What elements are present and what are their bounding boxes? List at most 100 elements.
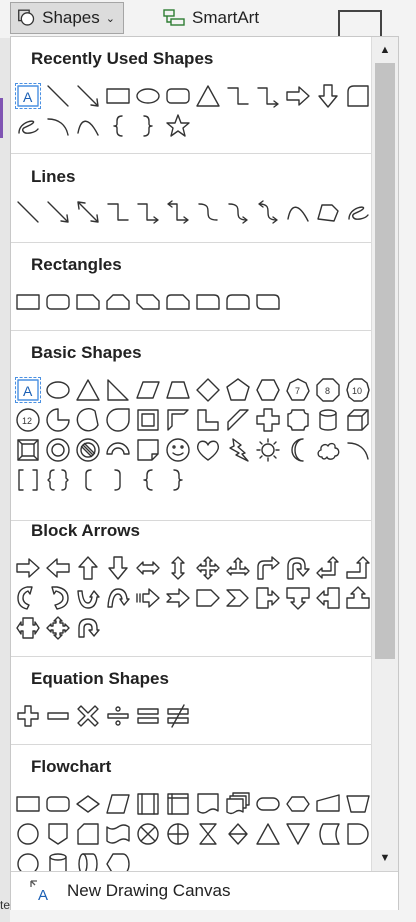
snip-diagonal-icon[interactable] [133,287,163,317]
double-bracket-icon[interactable] [13,465,43,495]
octagon-icon[interactable]: 8 [313,375,343,405]
rounded-rectangle-icon[interactable] [163,81,193,111]
can-icon[interactable] [313,405,343,435]
process-icon[interactable] [13,789,43,819]
heptagon-icon[interactable]: 7 [283,375,313,405]
line-icon[interactable] [43,81,73,111]
bent-up-arrow-icon[interactable] [343,553,371,583]
teardrop-icon[interactable] [103,405,133,435]
down-arrow-icon[interactable] [313,81,343,111]
plus-icon[interactable] [13,701,43,731]
delay-icon[interactable] [343,819,371,849]
double-arrow-line-icon[interactable] [73,197,103,227]
right-brace-icon[interactable] [163,465,193,495]
pie-icon[interactable] [43,405,73,435]
right-triangle-icon[interactable] [103,375,133,405]
manual-operation-icon[interactable] [343,789,371,819]
hexagon-icon[interactable] [253,375,283,405]
elbow-double-arrow-icon[interactable] [163,197,193,227]
line-icon[interactable] [13,197,43,227]
scroll-down-arrow-icon[interactable]: ▼ [374,847,396,869]
u-turn-arrow-icon[interactable] [283,553,313,583]
minus-icon[interactable] [43,701,73,731]
shapes-dropdown-button[interactable]: Shapes ⌄ [10,2,124,34]
punched-tape-icon[interactable] [103,819,133,849]
bent-arrow-icon[interactable] [253,553,283,583]
triangle-icon[interactable] [193,81,223,111]
left-right-arrow-callout-icon[interactable] [13,613,43,643]
right-arrow-callout-icon[interactable] [253,583,283,613]
round-diagonal-icon[interactable] [253,287,283,317]
up-arrow-icon[interactable] [73,553,103,583]
chord-icon[interactable] [73,405,103,435]
snip-corner-icon[interactable] [343,81,371,111]
cloud-icon[interactable] [313,435,343,465]
quad-arrow-icon[interactable] [193,553,223,583]
elbow-connector-icon[interactable] [223,81,253,111]
diamond-icon[interactable] [193,375,223,405]
dodecagon-icon[interactable]: 12 [13,405,43,435]
new-drawing-canvas-item[interactable]: A New Drawing Canvas [11,871,398,910]
up-arrow-callout-icon[interactable] [343,583,371,613]
double-brace-icon[interactable] [43,465,73,495]
down-arrow-icon[interactable] [103,553,133,583]
curved-arrow-icon[interactable] [223,197,253,227]
plaque-icon[interactable] [283,405,313,435]
trapezoid-icon[interactable] [163,375,193,405]
chevron-icon[interactable] [223,583,253,613]
left-brace-icon[interactable] [133,465,163,495]
rounded-rectangle-icon[interactable] [43,287,73,317]
merge-icon[interactable] [283,819,313,849]
right-bracket-icon[interactable] [103,465,133,495]
curve-icon[interactable] [283,197,313,227]
curved-double-arrow-icon[interactable] [253,197,283,227]
l-shape-icon[interactable] [193,405,223,435]
document-icon[interactable] [193,789,223,819]
moon-icon[interactable] [283,435,313,465]
curve-icon[interactable] [73,111,103,141]
left-up-arrow-icon[interactable] [313,553,343,583]
round-single-corner-icon[interactable] [193,287,223,317]
textbox-icon[interactable]: A [13,81,43,111]
screenshot-icon[interactable] [338,10,382,38]
no-symbol-icon[interactable] [73,435,103,465]
freeform-scribble-icon[interactable] [13,111,43,141]
left-brace-icon[interactable] [103,111,133,141]
collate-icon[interactable] [193,819,223,849]
left-arrow-callout-icon[interactable] [313,583,343,613]
left-arrow-icon[interactable] [43,553,73,583]
diagonal-stripe-icon[interactable] [223,405,253,435]
lightning-icon[interactable] [223,435,253,465]
cube-icon[interactable] [343,405,371,435]
curved-down-arrow-icon[interactable] [103,583,133,613]
connector-icon[interactable] [13,819,43,849]
internal-storage-icon[interactable] [163,789,193,819]
manual-input-icon[interactable] [313,789,343,819]
right-brace-icon[interactable] [133,111,163,141]
up-down-arrow-icon[interactable] [163,553,193,583]
not-equal-icon[interactable] [163,701,193,731]
rectangle-icon[interactable] [13,287,43,317]
down-arrow-callout-icon[interactable] [283,583,313,613]
frame-icon[interactable] [133,405,163,435]
right-arrow-icon[interactable] [13,553,43,583]
decision-icon[interactable] [73,789,103,819]
sun-icon[interactable] [253,435,283,465]
scroll-thumb[interactable] [375,63,395,659]
or-icon[interactable] [163,819,193,849]
oval-icon[interactable] [43,375,73,405]
isosceles-triangle-icon[interactable] [73,375,103,405]
display-icon[interactable] [103,849,133,871]
direct-access-icon[interactable] [73,849,103,871]
card-icon[interactable] [73,819,103,849]
arrow-line-icon[interactable] [73,81,103,111]
multidocument-icon[interactable] [223,789,253,819]
sort-icon[interactable] [223,819,253,849]
sequential-access-icon[interactable] [13,849,43,871]
alternate-process-icon[interactable] [43,789,73,819]
donut-icon[interactable] [43,435,73,465]
magnetic-disk-icon[interactable] [43,849,73,871]
star-icon[interactable] [163,111,193,141]
arc-icon[interactable] [343,435,371,465]
rectangle-icon[interactable] [103,81,133,111]
